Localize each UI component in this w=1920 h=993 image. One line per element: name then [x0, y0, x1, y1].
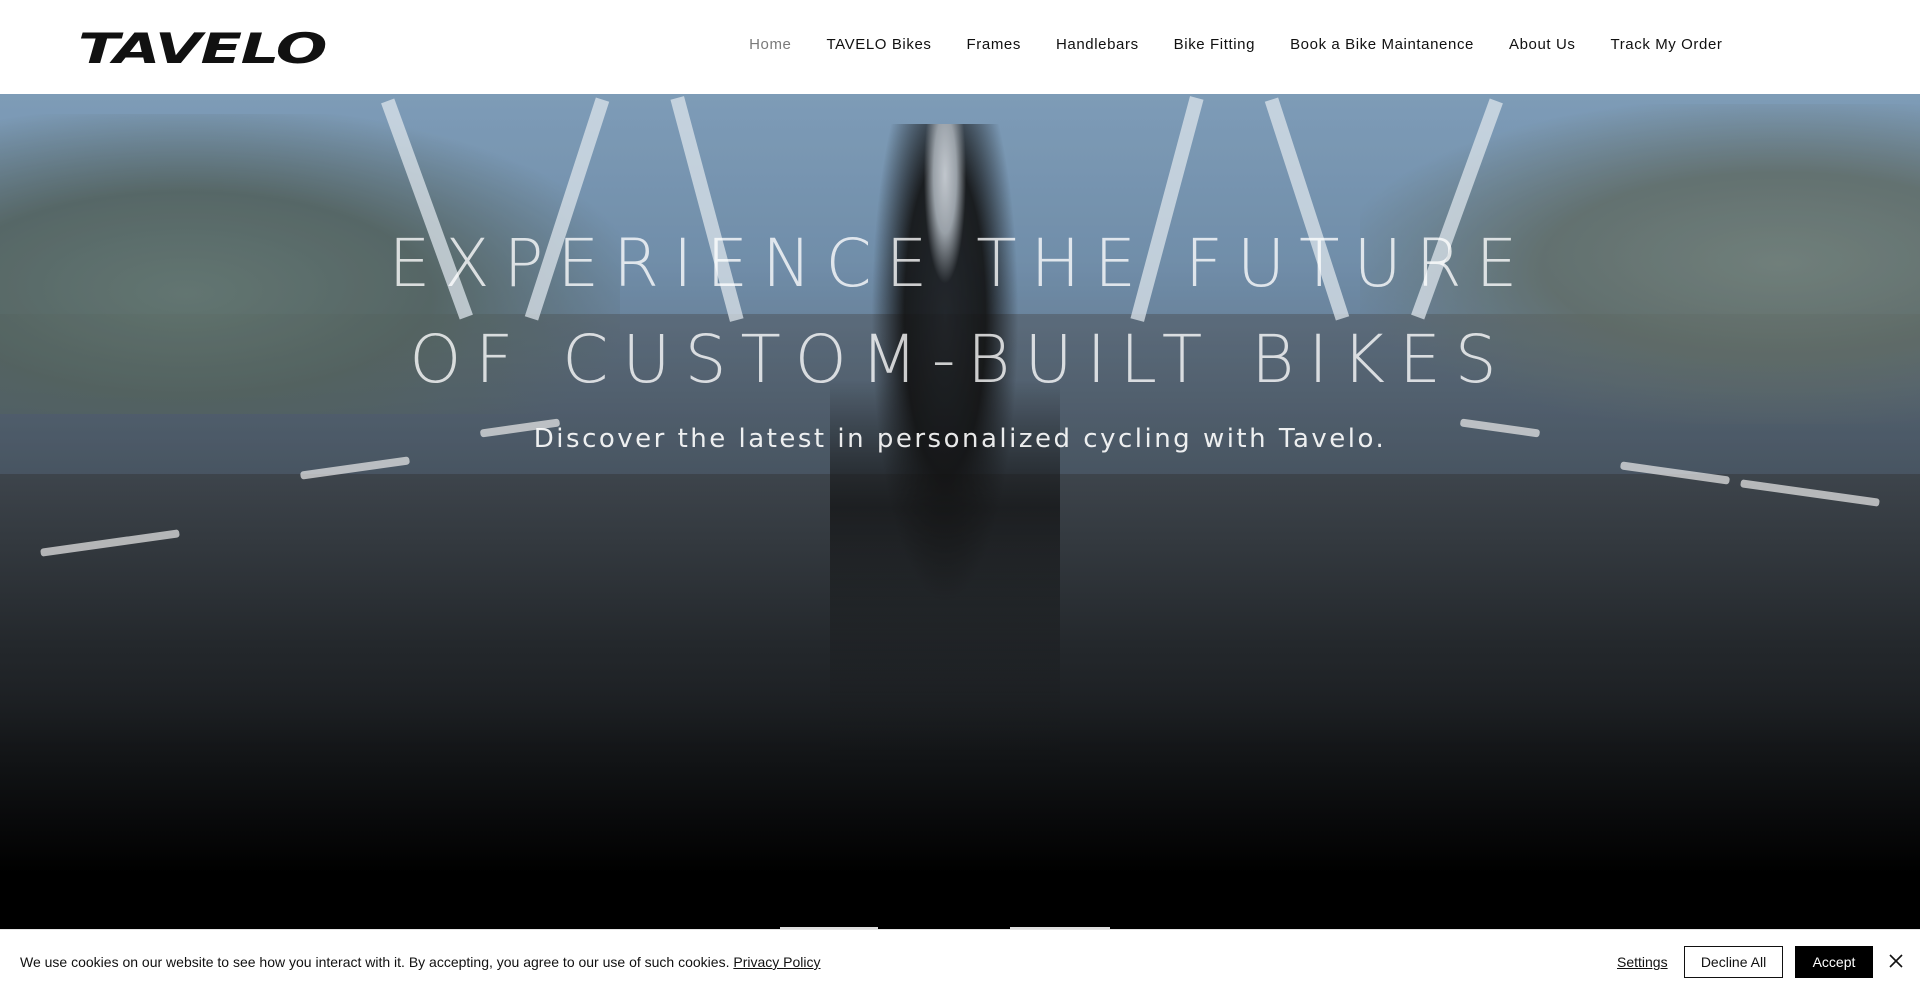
- cookie-message-text: We use cookies on our website to see how…: [20, 954, 730, 970]
- cookie-banner: We use cookies on our website to see how…: [0, 929, 1920, 993]
- nav-handlebars[interactable]: Handlebars: [1038, 36, 1156, 53]
- hero-section: EXPERIENCE THE FUTURE OF CUSTOM-BUILT BI…: [0, 94, 1920, 929]
- close-icon: [1889, 954, 1903, 968]
- hero-title-line1: EXPERIENCE THE FUTURE: [388, 225, 1532, 302]
- svg-text:TAVELO: TAVELO: [78, 31, 326, 65]
- main-nav: Home TAVELO Bikes Frames Handlebars Bike…: [732, 36, 1740, 53]
- privacy-policy-link[interactable]: Privacy Policy: [733, 954, 820, 970]
- tavelo-logo[interactable]: TAVELO: [78, 31, 328, 65]
- site-header: TAVELO Home TAVELO Bikes Frames Handleba…: [0, 0, 1920, 94]
- nav-frames[interactable]: Frames: [949, 36, 1038, 53]
- close-banner-button[interactable]: [1885, 950, 1907, 972]
- accept-button[interactable]: Accept: [1795, 946, 1873, 978]
- cookie-message: We use cookies on our website to see how…: [20, 954, 821, 970]
- hero-subtitle: Discover the latest in personalized cycl…: [533, 424, 1387, 454]
- nav-about-us[interactable]: About Us: [1491, 36, 1593, 53]
- cookie-settings-button[interactable]: Settings: [1617, 954, 1668, 970]
- decline-all-button[interactable]: Decline All: [1684, 946, 1783, 978]
- nav-tavelo-bikes[interactable]: TAVELO Bikes: [809, 36, 949, 53]
- nav-home[interactable]: Home: [732, 36, 809, 53]
- nav-bike-fitting[interactable]: Bike Fitting: [1156, 36, 1272, 53]
- nav-track-order[interactable]: Track My Order: [1593, 36, 1740, 53]
- nav-book-maintenance[interactable]: Book a Bike Maintanence: [1273, 36, 1492, 53]
- hero-title-line2: OF CUSTOM-BUILT BIKES: [409, 321, 1511, 398]
